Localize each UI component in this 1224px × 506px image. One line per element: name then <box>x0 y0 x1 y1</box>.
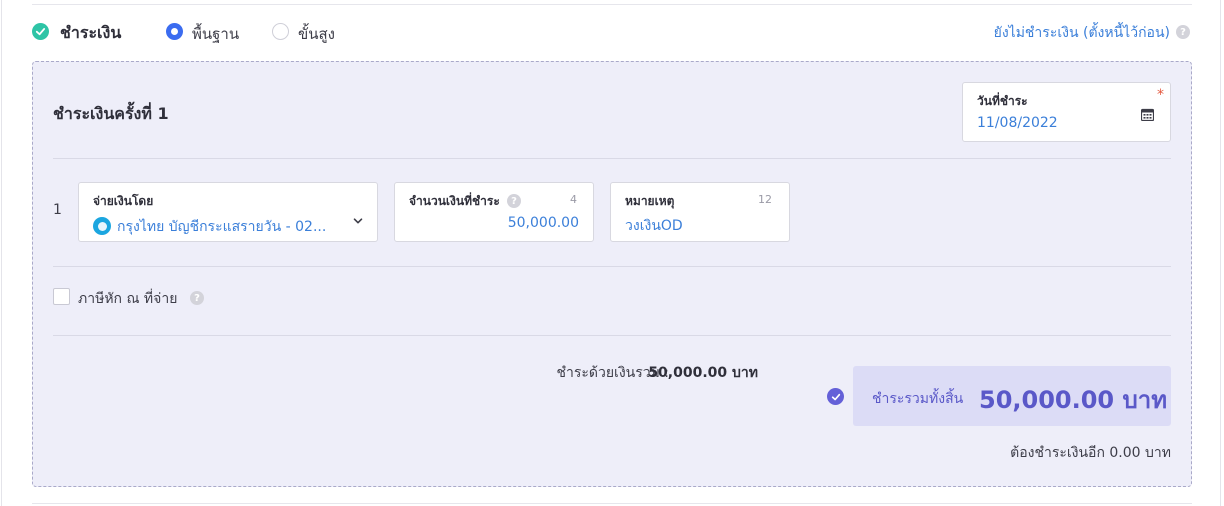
note-char-counter: 12 <box>758 193 772 206</box>
mode-basic-label[interactable]: พื้นฐาน <box>192 22 239 46</box>
grand-total-value: 50,000.00 บาท <box>979 386 1168 414</box>
divider <box>53 266 1171 267</box>
bank-logo-icon <box>93 217 111 235</box>
divider <box>53 335 1171 336</box>
check-circle-icon <box>827 388 844 405</box>
amount-char-counter: 4 <box>570 193 577 206</box>
mode-advanced-radio[interactable] <box>272 23 289 40</box>
mode-advanced-label[interactable]: ขั้นสูง <box>298 22 335 46</box>
grand-total-box: ชำระรวมทั้งสิ้น 50,000.00 บาท <box>853 366 1171 426</box>
amount-value[interactable]: 50,000.00 <box>508 215 579 231</box>
help-icon[interactable]: ? <box>1176 25 1190 39</box>
pay-by-value[interactable]: กรุงไทย บัญชีกระแสรายวัน - 02... <box>117 216 326 238</box>
payment-date-value[interactable]: 11/08/2022 <box>977 115 1058 131</box>
payment-row-number: 1 <box>53 202 62 218</box>
pay-by-select[interactable]: จ่ายเงินโดย กรุงไทย บัญชีกระแสรายวัน - 0… <box>78 182 378 242</box>
note-value[interactable]: วงเงินOD <box>625 215 683 237</box>
withholding-tax-label[interactable]: ภาษีหัก ณ ที่จ่าย <box>78 288 177 310</box>
withholding-tax-checkbox[interactable] <box>53 288 70 305</box>
section-title: ชำระเงิน <box>60 23 122 42</box>
paid-total-value: 50,000.00 บาท <box>648 365 758 381</box>
divider <box>53 158 1171 159</box>
calendar-icon[interactable] <box>1141 108 1154 121</box>
note-field[interactable]: หมายเหตุ 12 วงเงินOD <box>610 182 790 242</box>
payment-panel: ชำระเงินครั้งที่ 1 วันที่ชำระ * 11/08/20… <box>32 61 1192 487</box>
top-divider <box>32 4 1192 5</box>
payment-date-field[interactable]: วันที่ชำระ * 11/08/2022 <box>962 82 1171 142</box>
help-icon[interactable]: ? <box>507 194 521 208</box>
amount-label: จำนวนเงินที่ชำระ <box>409 194 500 208</box>
grand-total-label: ชำระรวมทั้งสิ้น <box>872 391 964 407</box>
help-icon[interactable]: ? <box>190 291 204 305</box>
chevron-down-icon[interactable] <box>353 216 363 226</box>
pay-by-label: จ่ายเงินโดย <box>93 194 154 208</box>
payment-round-title: ชำระเงินครั้งที่ 1 <box>53 104 169 123</box>
note-label: หมายเหตุ <box>625 194 675 208</box>
required-mark: * <box>1157 87 1164 103</box>
remaining-balance: ต้องชำระเงินอีก 0.00 บาท <box>1010 445 1171 461</box>
bottom-divider <box>32 503 1192 504</box>
amount-field[interactable]: จำนวนเงินที่ชำระ ? 4 50,000.00 <box>394 182 594 242</box>
mode-basic-radio[interactable] <box>166 23 183 40</box>
section-complete-icon <box>32 23 49 40</box>
defer-payment-link[interactable]: ยังไม่ชำระเงิน (ตั้งหนี้ไว้ก่อน) <box>994 22 1170 44</box>
payment-date-label: วันที่ชำระ <box>977 94 1028 108</box>
